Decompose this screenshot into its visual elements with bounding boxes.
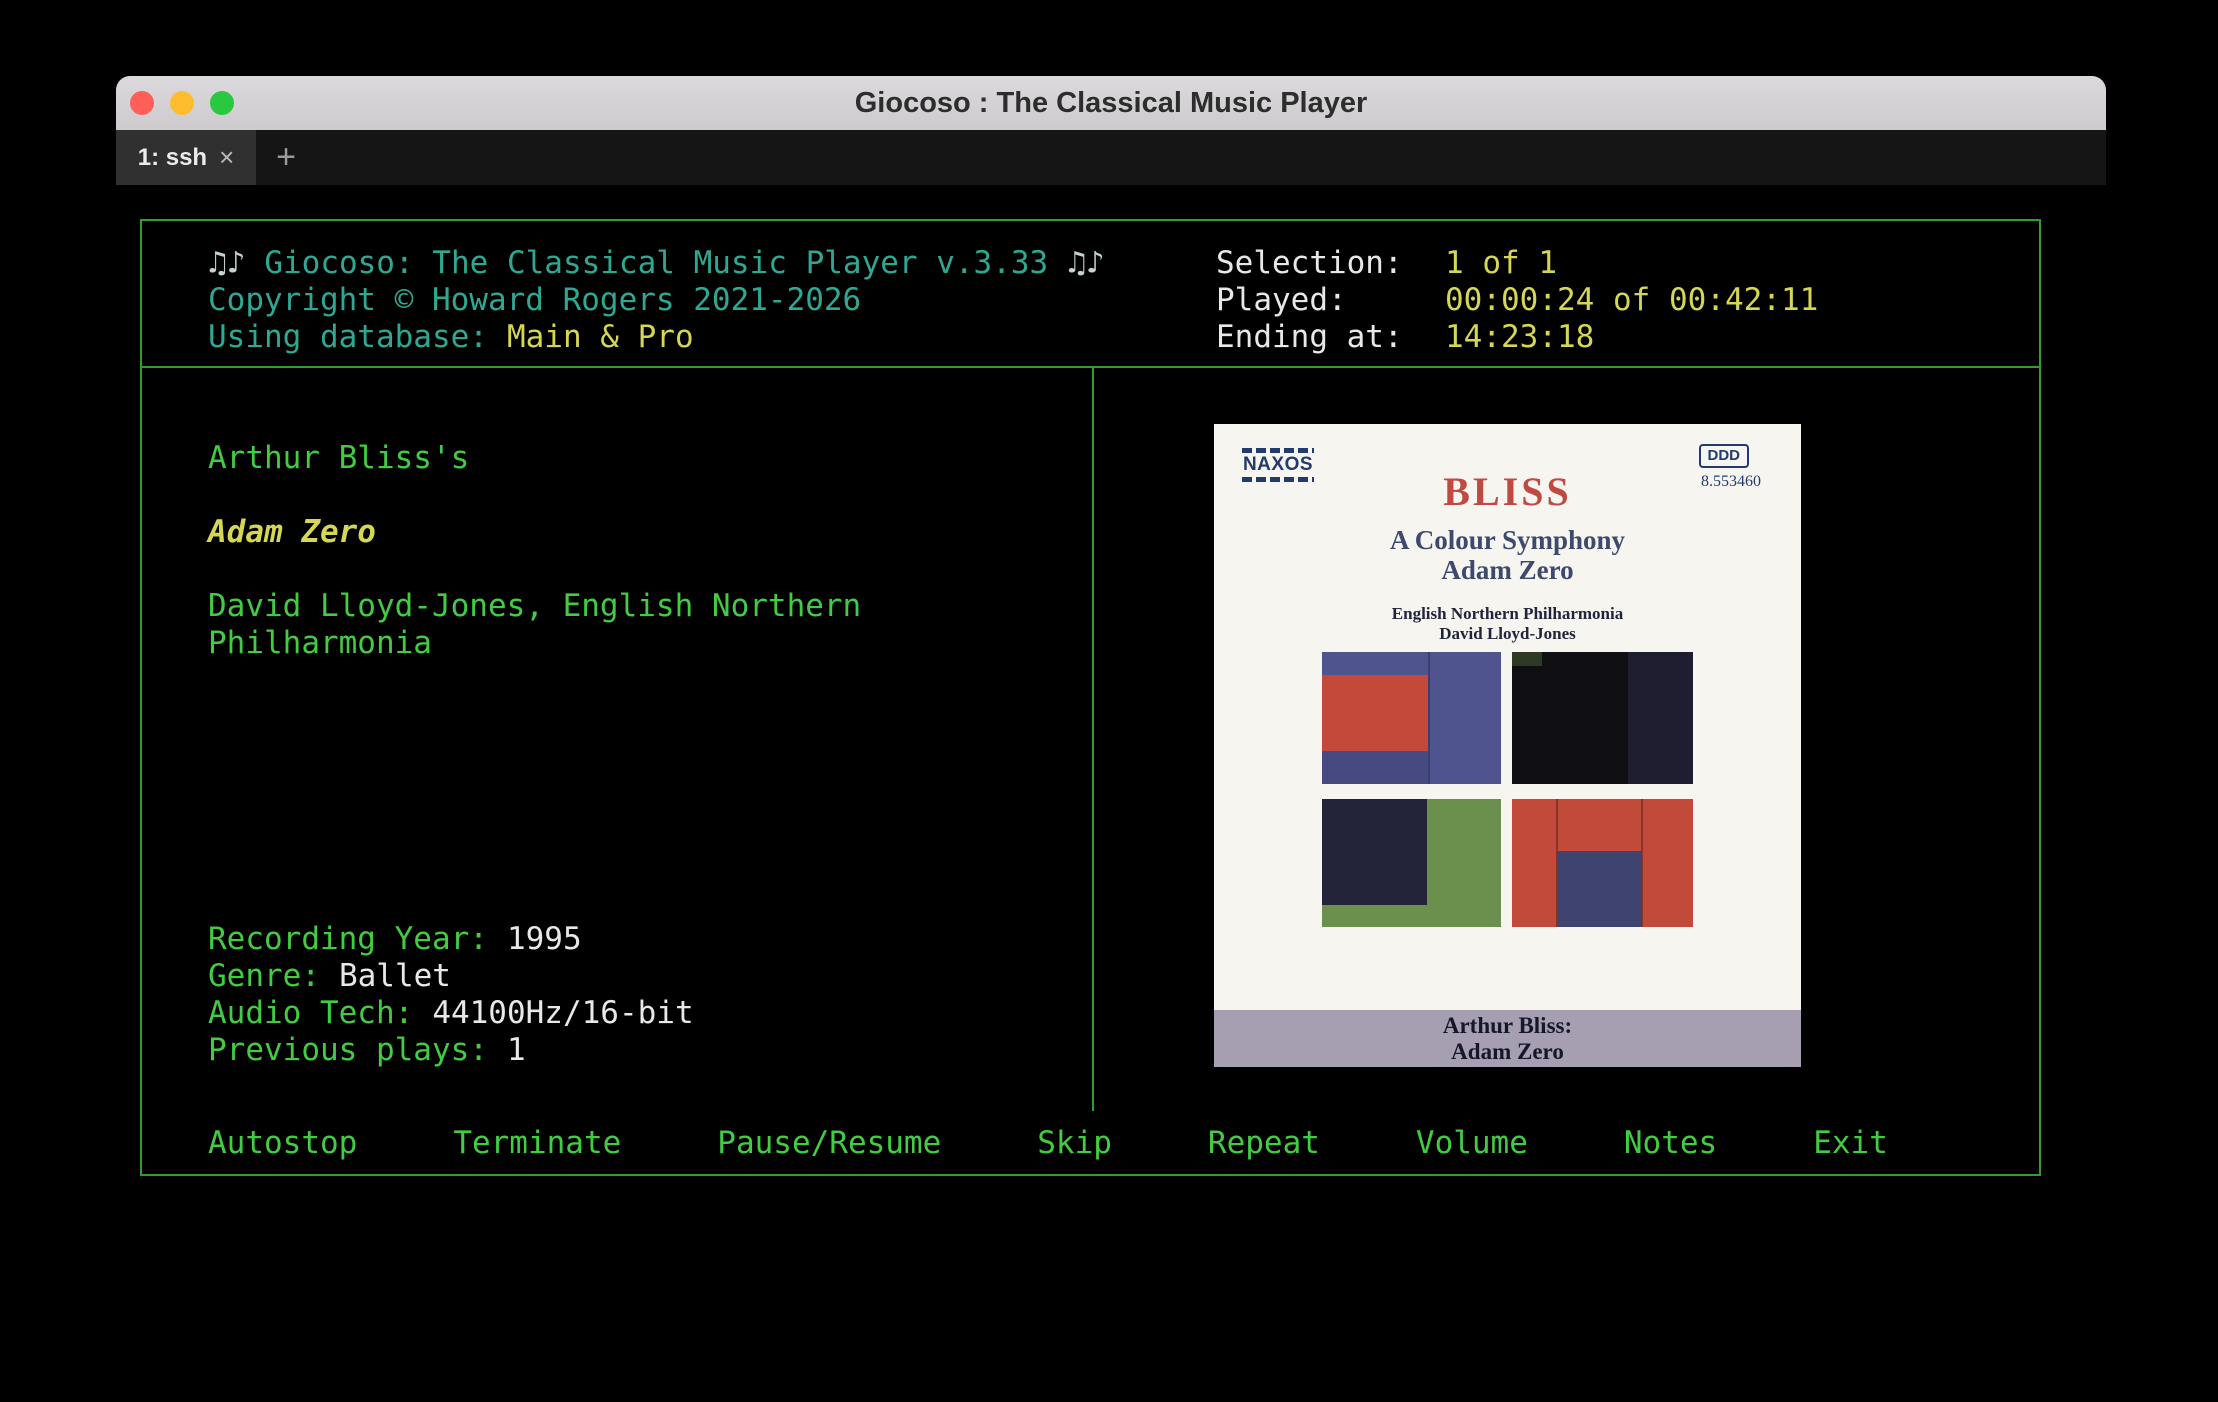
database-line: Using database: Main & Pro [208, 319, 1105, 356]
terminal-window: Giocoso : The Classical Music Player 1: … [116, 76, 2106, 1267]
menu-bar: Autostop Terminate Pause/Resume Skip Rep… [142, 1111, 2039, 1174]
window-titlebar: Giocoso : The Classical Music Player [116, 76, 2106, 130]
status-value: 14:23:18 [1445, 319, 1594, 355]
giocoso-frame: ♫♪ Giocoso: The Classical Music Player v.… [140, 219, 2041, 1176]
app-title: Giocoso: The Classical Music Player v.3.… [264, 245, 1048, 281]
minimize-window-button[interactable] [170, 91, 194, 115]
status-label: Played: [1216, 282, 1445, 319]
painting-2 [1512, 652, 1693, 784]
album-work-2: Adam Zero [1214, 555, 1801, 586]
status-value: 00:00:24 of 00:42:11 [1445, 282, 1818, 318]
header-panel: ♫♪ Giocoso: The Classical Music Player v.… [142, 221, 2039, 368]
traffic-lights [130, 76, 234, 130]
detail-label: Recording Year: [208, 921, 488, 957]
caption-line-1: Arthur Bliss: [1214, 1013, 1801, 1039]
detail-row: Audio Tech: 44100Hz/16-bit [208, 995, 694, 1032]
header-status: Selection:1 of 1 Played:00:00:24 of 00:4… [1216, 245, 1818, 356]
status-label: Ending at: [1216, 319, 1445, 356]
menu-item-terminate[interactable]: Terminate [453, 1125, 621, 1161]
album-panel: NAXOS DDD 8.553460 BLISS A Colour Sympho… [1094, 368, 2039, 1111]
composer-line: Arthur Bliss's [208, 440, 928, 477]
detail-label: Audio Tech: [208, 995, 413, 1031]
close-window-button[interactable] [130, 91, 154, 115]
detail-label: Previous plays: [208, 1032, 488, 1068]
detail-value: 1 [507, 1032, 526, 1068]
database-label: Using database: [208, 319, 488, 355]
now-playing-panel: Arthur Bliss's Adam Zero David Lloyd-Jon… [142, 368, 1094, 1111]
tab-bar: 1: ssh × + [116, 130, 2106, 185]
detail-value: Ballet [339, 958, 451, 994]
album-conductor: David Lloyd-Jones [1214, 624, 1801, 644]
detail-value: 44100Hz/16-bit [432, 995, 693, 1031]
window-title: Giocoso : The Classical Music Player [855, 87, 1368, 120]
tab-label: 1: ssh [138, 144, 207, 172]
menu-item-volume[interactable]: Volume [1416, 1125, 1528, 1161]
detail-label: Genre: [208, 958, 320, 994]
music-notes-icon: ♫♪ [208, 245, 245, 281]
zoom-window-button[interactable] [210, 91, 234, 115]
detail-value: 1995 [507, 921, 582, 957]
header-left: ♫♪ Giocoso: The Classical Music Player v.… [208, 245, 1105, 356]
work-title: Adam Zero [208, 514, 928, 551]
copyright-line: Copyright © Howard Rogers 2021-2026 [208, 282, 1105, 319]
details-list: Recording Year: 1995 Genre: Ballet Audio T… [208, 921, 694, 1069]
detail-row: Genre: Ballet [208, 958, 694, 995]
menu-item-autostop[interactable]: Autostop [208, 1125, 357, 1161]
now-playing-text: Arthur Bliss's Adam Zero David Lloyd-Jon… [208, 440, 928, 662]
database-value: Main & Pro [507, 319, 694, 355]
menu-item-pause-resume[interactable]: Pause/Resume [717, 1125, 941, 1161]
painting-1 [1322, 652, 1501, 784]
painting-4 [1512, 799, 1693, 927]
menu-item-repeat[interactable]: Repeat [1208, 1125, 1320, 1161]
terminal-screen: ♫♪ Giocoso: The Classical Music Player v.… [116, 185, 2106, 1267]
main-area: Arthur Bliss's Adam Zero David Lloyd-Jon… [142, 368, 2039, 1111]
menu-item-notes[interactable]: Notes [1624, 1125, 1717, 1161]
performers-line: David Lloyd-Jones, English Northern Phil… [208, 588, 928, 662]
album-caption: Arthur Bliss: Adam Zero [1214, 1010, 1801, 1067]
detail-row: Recording Year: 1995 [208, 921, 694, 958]
album-composer: BLISS [1214, 468, 1801, 515]
status-value: 1 of 1 [1445, 245, 1557, 281]
paintings-grid [1322, 652, 1693, 927]
caption-line-2: Adam Zero [1214, 1039, 1801, 1065]
status-row: Played:00:00:24 of 00:42:11 [1216, 282, 1818, 319]
detail-row: Previous plays: 1 [208, 1032, 694, 1069]
tab-ssh[interactable]: 1: ssh × [116, 130, 256, 185]
painting-3 [1322, 799, 1501, 927]
album-orchestra: English Northern Philharmonia [1214, 604, 1801, 624]
new-tab-button[interactable]: + [256, 130, 316, 185]
status-row: Selection:1 of 1 [1216, 245, 1818, 282]
ddd-badge: DDD [1699, 444, 1750, 468]
status-row: Ending at:14:23:18 [1216, 319, 1818, 356]
app-title-line: ♫♪ Giocoso: The Classical Music Player v.… [208, 245, 1105, 282]
music-notes-icon: ♫♪ [1067, 245, 1104, 281]
album-art: NAXOS DDD 8.553460 BLISS A Colour Sympho… [1214, 424, 1801, 1067]
menu-item-exit[interactable]: Exit [1813, 1125, 1888, 1161]
menu-item-skip[interactable]: Skip [1037, 1125, 1112, 1161]
status-label: Selection: [1216, 245, 1445, 282]
album-work-1: A Colour Symphony [1214, 525, 1801, 556]
tab-close-icon[interactable]: × [219, 142, 234, 173]
